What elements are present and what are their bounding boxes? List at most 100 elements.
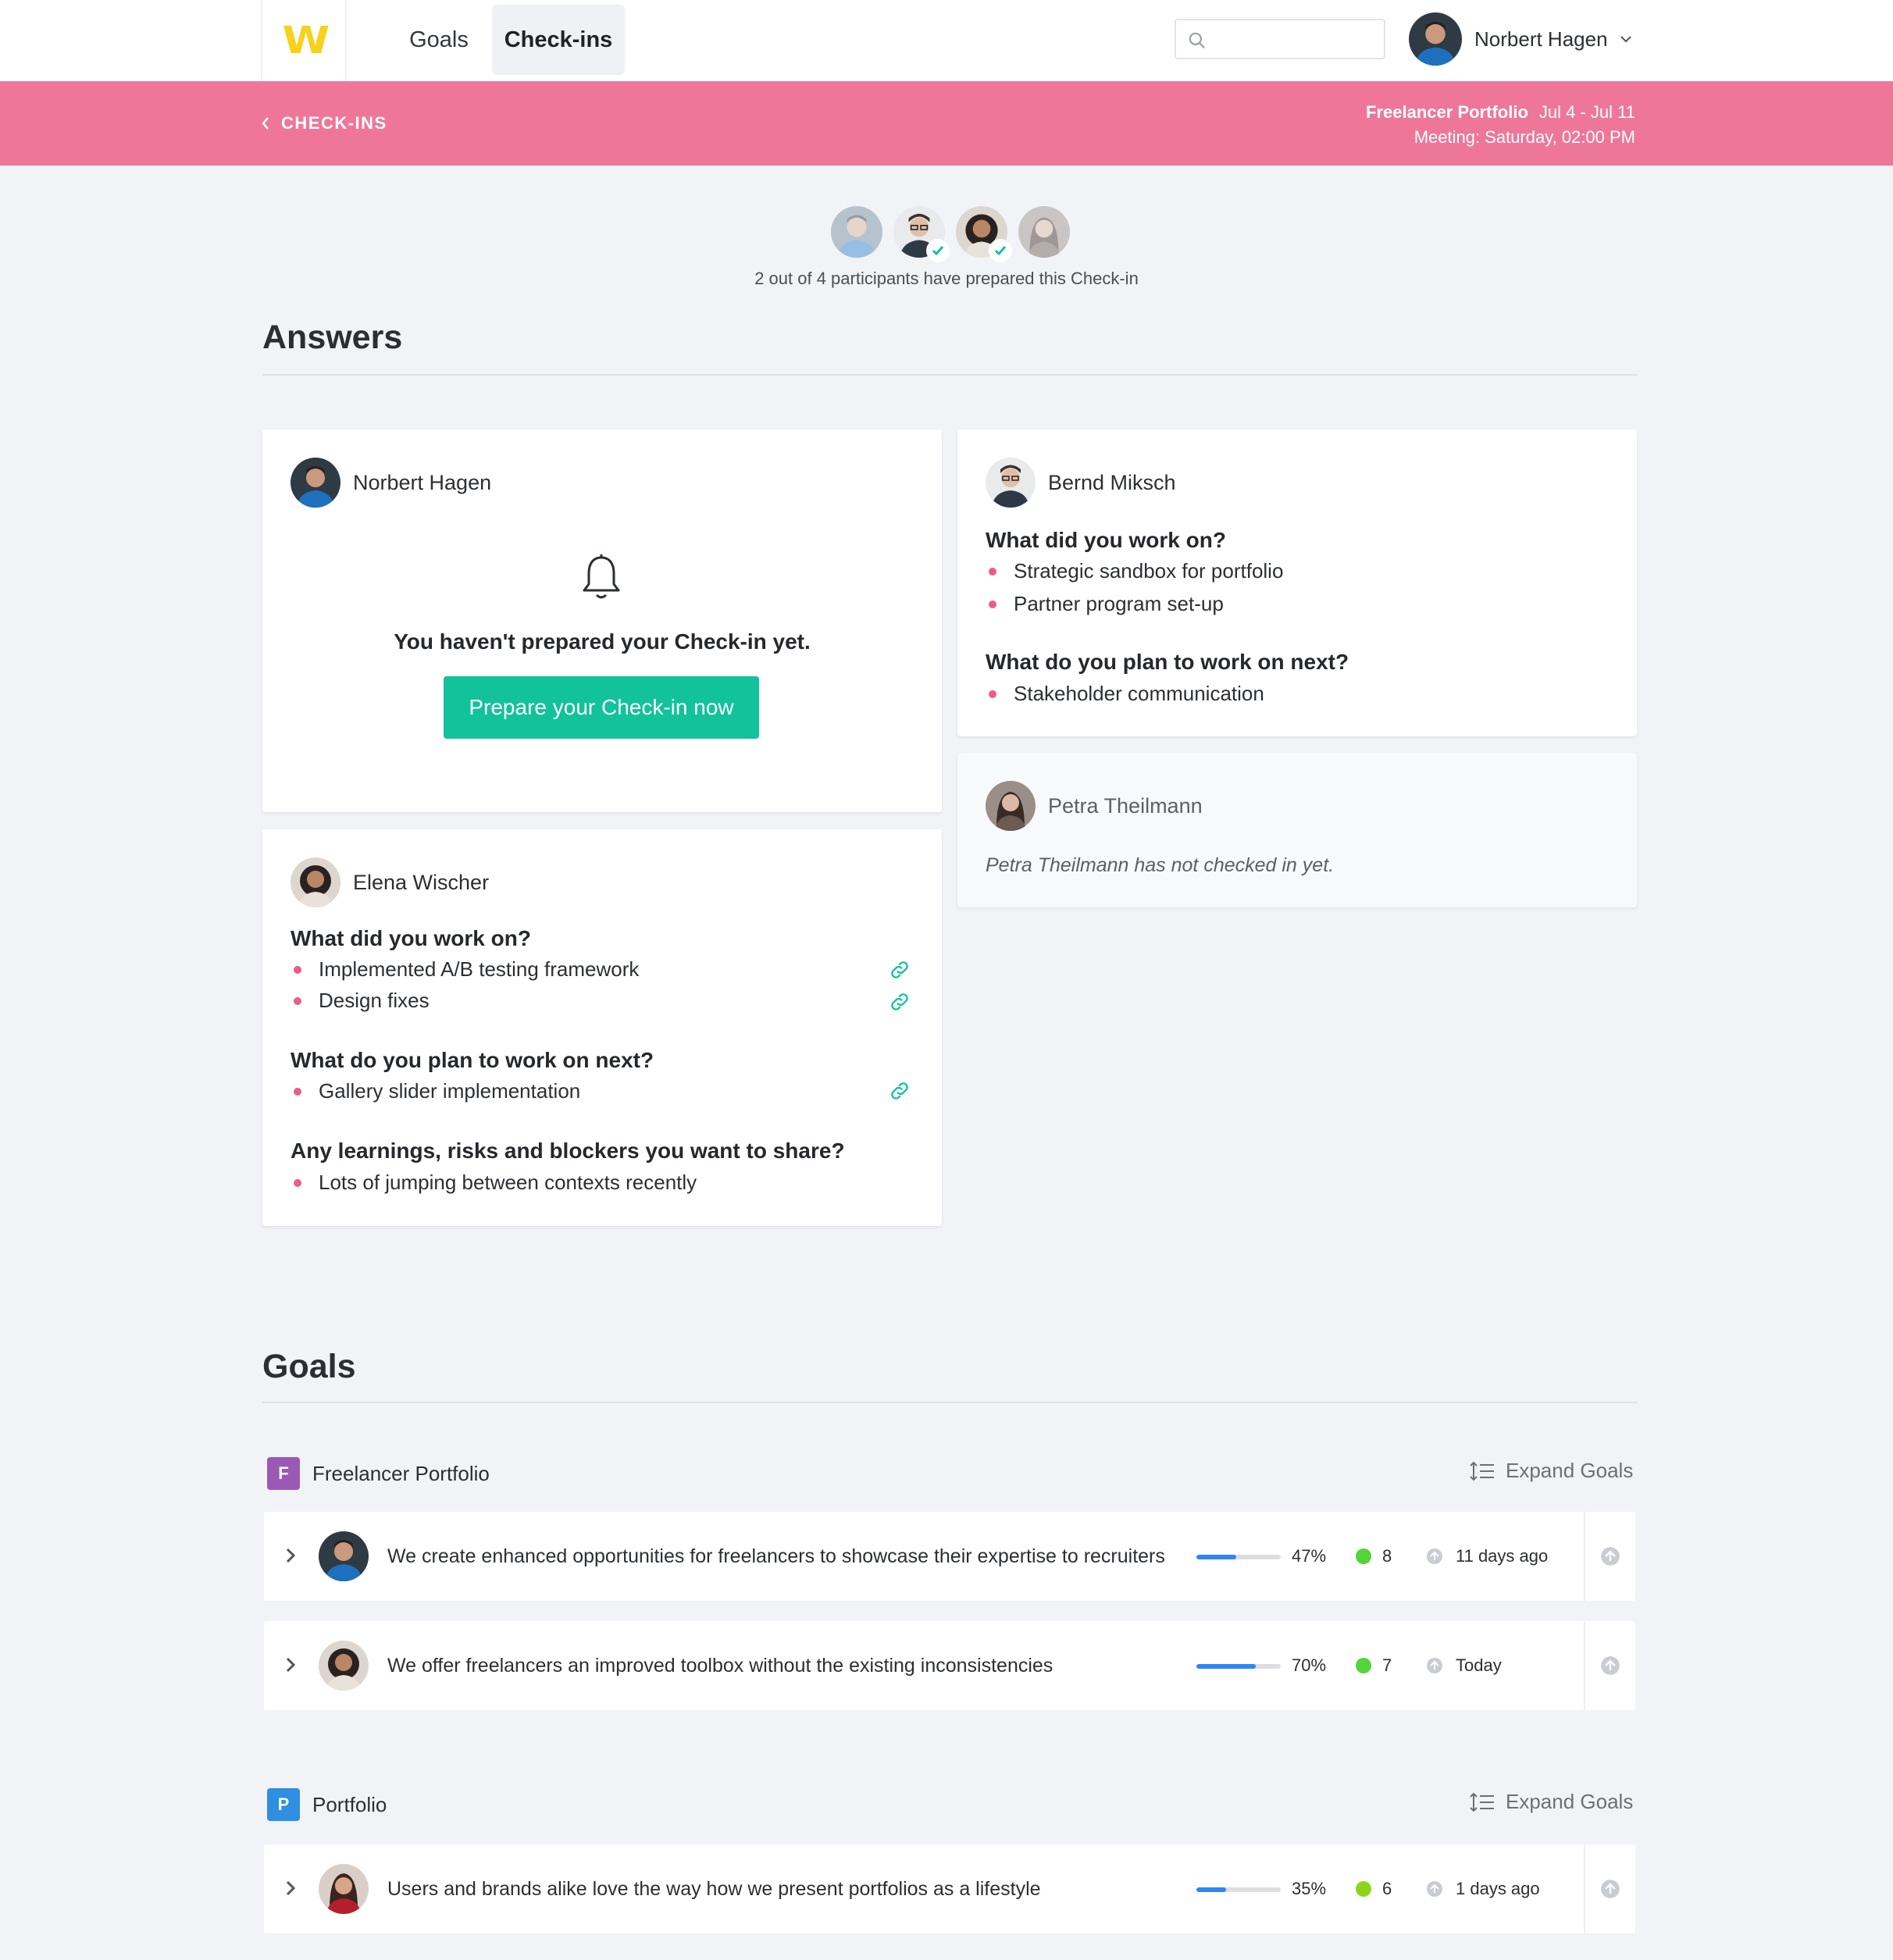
participant-petra[interactable] <box>1018 206 1070 258</box>
last-updated: 1 days ago <box>1456 1879 1540 1898</box>
user-menu[interactable]: Norbert Hagen <box>1409 12 1633 66</box>
goal-action-button[interactable] <box>1584 1621 1635 1710</box>
card-header: Petra Theilmann <box>986 781 1203 831</box>
nav-tab-goals[interactable]: Goals <box>390 5 487 75</box>
goal-owner-avatar <box>319 1864 369 1914</box>
link-icon[interactable] <box>889 991 911 1013</box>
key-results-count: 6 <box>1382 1879 1392 1898</box>
progress-percent: 47% <box>1292 1546 1327 1566</box>
chevron-right-icon[interactable] <box>284 1878 297 1898</box>
goal-group-header: P Portfolio <box>267 1788 387 1821</box>
goal-row[interactable]: We create enhanced opportunities for fre… <box>264 1512 1635 1601</box>
chevron-down-icon <box>1620 36 1631 43</box>
card-header: Elena Wischer <box>291 857 489 907</box>
goal-title: We create enhanced opportunities for fre… <box>387 1545 1165 1567</box>
question-learnings: Any learnings, risks and blockers you wa… <box>291 1139 845 1163</box>
date-range: Jul 4 - Jul 11 <box>1538 102 1635 122</box>
status-dot <box>1356 1548 1371 1564</box>
chevron-right-icon[interactable] <box>284 1655 297 1675</box>
update-arrow-icon <box>1427 1658 1442 1673</box>
participant-name: Norbert Hagen <box>353 470 492 494</box>
card-header: Bernd Miksch <box>986 458 1176 508</box>
group-name: Freelancer Portfolio <box>312 1461 490 1485</box>
bell-icon <box>583 554 620 599</box>
user-avatar <box>1409 12 1462 66</box>
prepare-check-in-button[interactable]: Prepare your Check-in now <box>444 676 759 739</box>
app-logo[interactable]: W <box>261 0 347 81</box>
last-updated: Today <box>1456 1655 1502 1675</box>
goal-row[interactable]: Users and brands alike love the way how … <box>264 1844 1635 1933</box>
answer-card-norbert: Norbert Hagen You haven't prepared your … <box>262 429 942 812</box>
group-name: Portfolio <box>312 1792 387 1816</box>
expand-goals-label: Expand Goals <box>1506 1459 1634 1482</box>
not-checked-in-message: Petra Theilmann has not checked in yet. <box>986 854 1335 876</box>
expand-goals-label: Expand Goals <box>1506 1790 1634 1813</box>
link-icon[interactable] <box>889 1080 911 1102</box>
participant-name: Elena Wischer <box>353 870 490 894</box>
top-navigation: W Goals Check-ins Norbert Hagen <box>0 0 1893 81</box>
key-results-count: 7 <box>1382 1655 1392 1675</box>
key-results-count: 8 <box>1382 1546 1392 1566</box>
avatar <box>1018 206 1070 258</box>
back-to-check-ins-link[interactable]: CHECK-INS <box>261 81 387 166</box>
checkin-info: Freelancer Portfolio Jul 4 - Jul 11 Meeti… <box>1366 100 1635 150</box>
participants-avatars <box>831 206 1070 262</box>
answers-divider <box>262 374 1637 376</box>
participant-name: Bernd Miksch <box>1048 470 1176 494</box>
search-icon <box>1189 32 1205 48</box>
answer-item: Partner program set-up <box>986 592 1224 616</box>
goal-group-header: F Freelancer Portfolio <box>267 1457 490 1490</box>
answer-card-petra: Petra Theilmann Petra Theilmann has not … <box>957 753 1637 907</box>
group-badge: P <box>267 1788 300 1821</box>
project-name: Freelancer Portfolio <box>1366 102 1528 122</box>
meeting-time: Meeting: Saturday, 02:00 PM <box>1414 127 1635 147</box>
progress-percent: 35% <box>1292 1879 1327 1898</box>
search-input[interactable] <box>1175 19 1385 59</box>
answer-item: Stakeholder communication <box>986 682 1264 706</box>
participant-elena[interactable] <box>956 206 1012 262</box>
expand-goals-button[interactable]: Expand Goals <box>1470 1459 1633 1483</box>
not-prepared-message: You haven't prepared your Check-in yet. <box>394 629 811 654</box>
user-name: Norbert Hagen <box>1474 27 1608 51</box>
goals-divider <box>262 1402 1637 1403</box>
checkin-banner: CHECK-INS Freelancer Portfolio Jul 4 - Ju… <box>0 81 1893 166</box>
chevron-left-icon <box>262 117 269 130</box>
prepared-check-icon <box>989 239 1012 262</box>
participant-norbert[interactable] <box>831 206 882 258</box>
update-arrow-icon <box>1427 1548 1442 1564</box>
question-work-on: What did you work on? <box>291 926 531 950</box>
goals-heading: Goals <box>262 1348 356 1385</box>
group-badge: F <box>267 1457 300 1490</box>
avatar <box>291 857 340 907</box>
avatar <box>291 458 340 508</box>
update-arrow-icon <box>1427 1881 1442 1897</box>
participants-summary: 2 out of 4 participants have prepared th… <box>754 269 1139 288</box>
answer-item: Implemented A/B testing framework <box>291 957 639 982</box>
answer-card-bernd: Bernd Miksch What did you work on? Strat… <box>957 429 1637 736</box>
arrow-up-icon <box>1601 1656 1620 1675</box>
link-icon[interactable] <box>889 959 911 981</box>
avatar <box>986 781 1036 831</box>
prepared-check-icon <box>926 239 950 262</box>
answer-item: Design fixes <box>291 989 430 1013</box>
question-plan-next: What do you plan to work on next? <box>986 650 1349 674</box>
chevron-right-icon[interactable] <box>284 1545 297 1566</box>
goal-row[interactable]: We offer freelancers an improved toolbox… <box>264 1621 1635 1710</box>
status-dot <box>1356 1881 1371 1897</box>
goal-action-button[interactable] <box>1584 1844 1635 1933</box>
progress-bar <box>1196 1887 1281 1892</box>
answer-item: Gallery slider implementation <box>291 1079 580 1103</box>
card-header: Norbert Hagen <box>291 458 491 508</box>
expand-list-icon <box>1470 1792 1494 1812</box>
nav-tab-check-ins[interactable]: Check-ins <box>492 5 625 75</box>
answer-item: Strategic sandbox for portfolio <box>986 559 1283 583</box>
expand-list-icon <box>1470 1461 1494 1481</box>
goal-owner-avatar <box>319 1531 369 1581</box>
expand-goals-button[interactable]: Expand Goals <box>1470 1790 1633 1814</box>
goal-owner-avatar <box>319 1641 369 1691</box>
last-updated: 11 days ago <box>1456 1546 1549 1566</box>
participant-name: Petra Theilmann <box>1048 793 1203 818</box>
progress-bar <box>1196 1555 1281 1559</box>
goal-action-button[interactable] <box>1584 1512 1635 1601</box>
participant-bernd[interactable] <box>893 206 950 262</box>
